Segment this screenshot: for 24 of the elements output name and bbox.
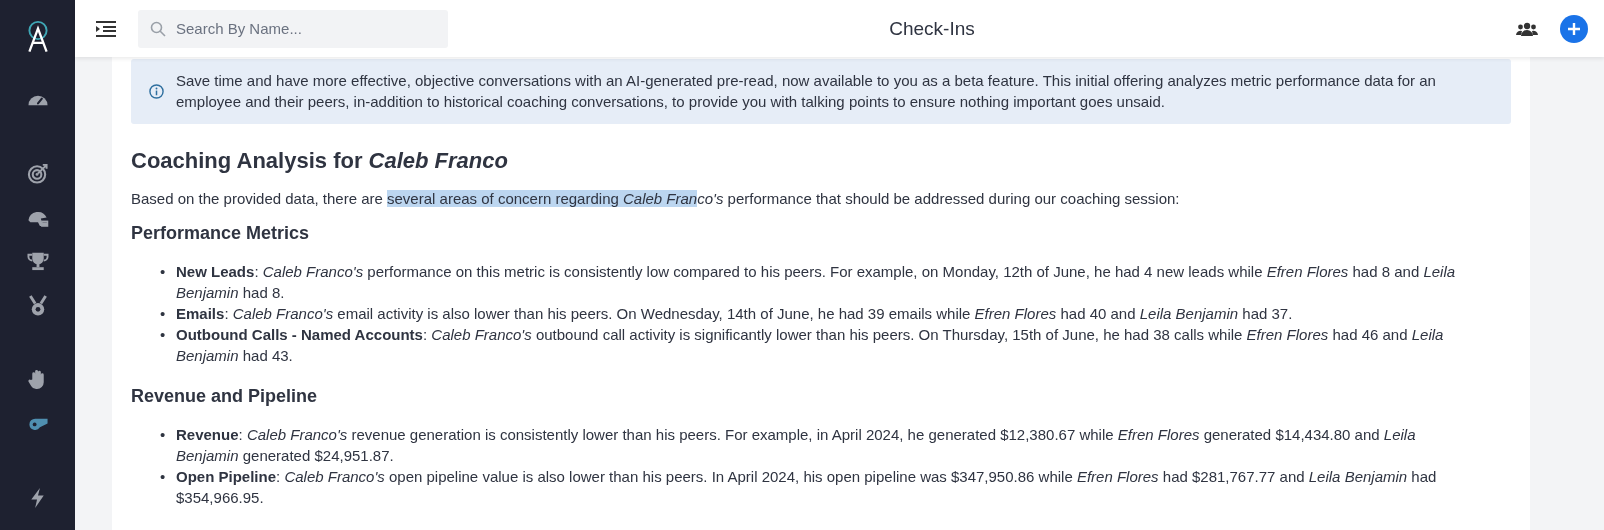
bullet-marker: •	[160, 425, 167, 445]
section-heading: Performance Metrics	[131, 223, 311, 244]
info-icon	[149, 83, 164, 99]
analysis-title: Coaching Analysis for Caleb Franco	[131, 148, 509, 174]
bullet-item: New Leads: Caleb Franco's performance on this metric is consistently low compared to his peers. For example, on Monday, 12th of June, he had 4 new leads while Efren Flores had 8 and Leila Benjamin had 8.	[176, 262, 1457, 303]
page-title: Check-Ins	[888, 17, 976, 40]
banner-text: Save time and have more effective, objective conversations with an AI-generated pre-read, now available to you as a beta feature. This initial offering analyzes metric performance data for an employee and their peers, in-addition to historical coaching conversations, to provide you with talking points to ensure nothing important goes unsaid.	[176, 71, 1437, 112]
bullet-marker: •	[160, 467, 167, 487]
bullet-marker: •	[160, 304, 167, 324]
bullet-marker: •	[160, 325, 167, 345]
bullet-item: Emails: Caleb Franco's email activity is also lower than his peers. On Wednesday, 14th of June, he had 39 emails while Efren Flores had 40 and Leila Benjamin had 37.	[176, 304, 1294, 324]
bullet-item: Outbound Calls - Named Accounts: Caleb Franco's outbound call activity is significantly lower than his peers. On Thursday, 15th of June, he had 38 calls while Efren Flores had 46 and Leila Benjamin had 43.	[176, 325, 1445, 366]
plus-icon	[1567, 21, 1581, 36]
bullet-item: Open Pipeline: Caleb Franco's open pipeline value is also lower than his peers. In April 2024, his open pipeline was $347,950.86 while Efren Flores had $281,767.77 and Leila Benjamin had $354,966.95.	[176, 467, 1438, 508]
section-heading: Revenue and Pipeline	[131, 386, 319, 407]
menu-icon[interactable]	[95, 19, 117, 38]
search-icon	[150, 20, 166, 37]
bullet-item: Revenue: Caleb Franco's revenue generation is consistently lower than his peers. For example, in April 2024, he generated $12,380.67 while Efren Flores generated $14,434.80 and Leila Benjamin generated $24,951.87.	[176, 425, 1417, 466]
add-button[interactable]	[1560, 14, 1588, 43]
search-field[interactable]: Search By Name...	[138, 9, 448, 48]
people-icon[interactable]	[1516, 20, 1538, 37]
intro-paragraph: Based on the provided data, there are several areas of concern regarding Caleb Franco's performance that should be addressed during our coaching session:	[131, 190, 1181, 207]
bullet-marker: •	[160, 262, 167, 282]
target-icon[interactable]	[25, 162, 50, 186]
